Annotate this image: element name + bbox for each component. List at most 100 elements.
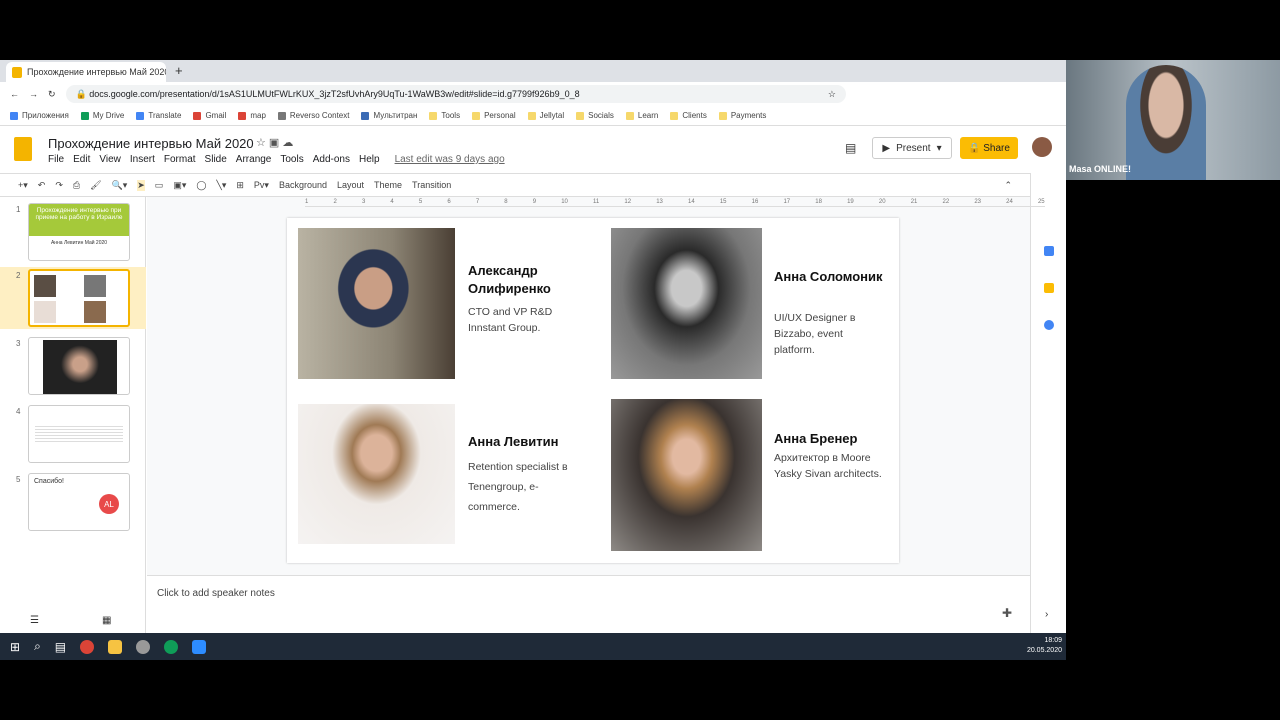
zoom-icon[interactable]: 🔍▾ (112, 180, 128, 191)
app-icon[interactable] (136, 639, 151, 654)
background-button[interactable]: Background (279, 180, 327, 190)
present-label: Present (896, 142, 931, 154)
browser-tab[interactable]: Прохождение интервью Май 2020✕ (6, 62, 166, 82)
print-icon[interactable]: ⎙ (73, 180, 80, 191)
tasks-icon[interactable] (1044, 320, 1054, 330)
slide-thumb-3[interactable]: 3 (0, 335, 146, 397)
start-icon[interactable]: ⊞ (10, 640, 20, 654)
collapse-icon[interactable]: ⌃ (1004, 180, 1012, 191)
select-icon[interactable]: ➤ (137, 179, 145, 191)
slide-thumb-5[interactable]: 5 Спасибо! AL (0, 471, 146, 533)
bookmark-label: Gmail (205, 111, 227, 120)
slide[interactable]: Александр Олифиренко CTO and VP R&D Inns… (287, 218, 899, 563)
star-doc-icon[interactable]: ☆ ▣ ☁ (256, 136, 293, 149)
menu-help[interactable]: Help (359, 154, 380, 165)
calendar-icon[interactable] (1044, 246, 1054, 256)
reload-icon[interactable]: ↻ (48, 89, 56, 100)
filmstrip: 1 Прохождение интервью при приеме на рабо… (0, 197, 146, 633)
menu-file[interactable]: File (48, 154, 64, 165)
bookmark-item[interactable]: Clients (670, 111, 707, 120)
slides-logo-icon[interactable] (14, 137, 32, 161)
lock-icon: 🔒 (968, 142, 984, 154)
slide-number: 1 (16, 205, 21, 214)
menu-view[interactable]: View (99, 154, 121, 165)
zoom-app-icon[interactable] (192, 639, 207, 654)
task-view-icon[interactable]: ▤ (55, 640, 66, 654)
forward-icon[interactable]: → (29, 89, 38, 99)
ruler-tick: 14 (688, 198, 695, 205)
bookmark-icon (80, 111, 89, 120)
bookmark-label: Clients (682, 111, 707, 120)
person-name: Анна Соломоник (774, 269, 883, 284)
menu-tools[interactable]: Tools (280, 154, 303, 165)
bookmark-item[interactable]: Socials (576, 111, 614, 120)
menu-slide[interactable]: Slide (205, 154, 227, 165)
present-button[interactable]: ▶ Present ▾ (872, 137, 952, 159)
theme-button[interactable]: Theme (374, 180, 402, 190)
chrome-icon[interactable] (80, 639, 95, 654)
menu-add-ons[interactable]: Add-ons (313, 154, 350, 165)
keep-icon[interactable] (1044, 283, 1054, 293)
list-view-icon[interactable]: ☰ (30, 615, 39, 626)
bookmark-item[interactable]: Приложения (10, 111, 69, 120)
speaker-notes[interactable]: Click to add speaker notes ✚ (147, 575, 1030, 633)
comment-icon[interactable]: ⊞ (236, 180, 244, 191)
bookmark-item[interactable]: Personal (472, 111, 516, 120)
slide-thumb-1[interactable]: 1 Прохождение интервью при приеме на рабо… (0, 201, 146, 263)
transition-button[interactable]: Transition (412, 180, 451, 190)
search-icon[interactable]: ⌕ (34, 639, 41, 654)
line-icon[interactable]: ╲▾ (216, 180, 226, 191)
menu-bar: File Edit View Insert Format Slide Arrange Tool… (48, 154, 505, 165)
menu-insert[interactable]: Insert (130, 154, 155, 165)
image-icon[interactable]: ▣▾ (173, 180, 186, 191)
share-button[interactable]: 🔒 Share (960, 137, 1018, 159)
menu-format[interactable]: Format (164, 154, 196, 165)
folder-icon (576, 111, 585, 120)
textbox-icon[interactable]: ▭ (155, 180, 164, 191)
slide-thumb-2[interactable]: 2 (0, 267, 146, 329)
back-icon[interactable]: ← (10, 89, 19, 99)
folder-icon (718, 111, 727, 120)
redo-icon[interactable]: ↷ (55, 180, 63, 191)
star-icon[interactable]: ☆ (828, 89, 836, 100)
docs-header: Прохождение интервью Май 2020 ☆ ▣ ☁ File… (0, 127, 1066, 173)
last-edit-link[interactable]: Last edit was 9 days ago (395, 154, 505, 165)
bookmark-item[interactable]: map (238, 111, 266, 120)
input-tools-icon[interactable]: Pv▾ (254, 180, 269, 191)
bookmark-item[interactable]: Reverso Context (277, 111, 349, 120)
url-input[interactable]: 🔒 docs.google.com/presentation/d/1sAS1UL… (65, 85, 846, 103)
explore-icon[interactable]: ✚ (1002, 606, 1012, 620)
file-explorer-icon[interactable] (108, 639, 123, 654)
bookmark-item[interactable]: My Drive (80, 111, 124, 120)
bookmark-item[interactable]: Jellytal (527, 111, 564, 120)
bookmark-item[interactable]: Payments (718, 111, 766, 120)
layout-button[interactable]: Layout (337, 180, 364, 190)
grid-view-icon[interactable]: ▦ (102, 615, 111, 626)
expand-panel-icon[interactable]: › (1045, 609, 1048, 620)
chrome-active-icon[interactable] (164, 639, 179, 654)
slide-thumb-4[interactable]: 4 (0, 403, 146, 465)
bookmark-item[interactable]: Learn (625, 111, 658, 120)
address-bar-row: ← → ↻ 🔒 docs.google.com/presentation/d/1sA… (0, 82, 1066, 106)
paint-format-icon[interactable]: 🖌 (90, 180, 101, 191)
webcam-person (1126, 65, 1206, 180)
lock-icon: 🔒 (75, 88, 90, 99)
comments-icon[interactable]: ▤ (845, 141, 856, 155)
shape-icon[interactable]: ◯ (196, 180, 206, 191)
speaker-notes-placeholder: Click to add speaker notes (157, 588, 275, 599)
bookmark-item[interactable]: Tools (429, 111, 460, 120)
side-panel: › (1030, 173, 1066, 633)
bookmark-label: Translate (148, 111, 182, 120)
new-tab-button[interactable]: + (175, 63, 183, 78)
ruler-tick: 20 (878, 198, 886, 205)
person-role: UI/UX Designer в Bizzabo, event platform… (774, 312, 856, 356)
bookmark-item[interactable]: Translate (136, 111, 181, 120)
menu-arrange[interactable]: Arrange (236, 154, 272, 165)
bookmark-item[interactable]: Gmail (193, 111, 226, 120)
bookmark-item[interactable]: Мультитран (361, 111, 417, 120)
doc-title[interactable]: Прохождение интервью Май 2020 (48, 136, 254, 151)
menu-edit[interactable]: Edit (73, 154, 90, 165)
new-slide-icon[interactable]: +▾ (18, 180, 28, 191)
avatar[interactable] (1032, 137, 1052, 157)
undo-icon[interactable]: ↶ (38, 180, 46, 191)
